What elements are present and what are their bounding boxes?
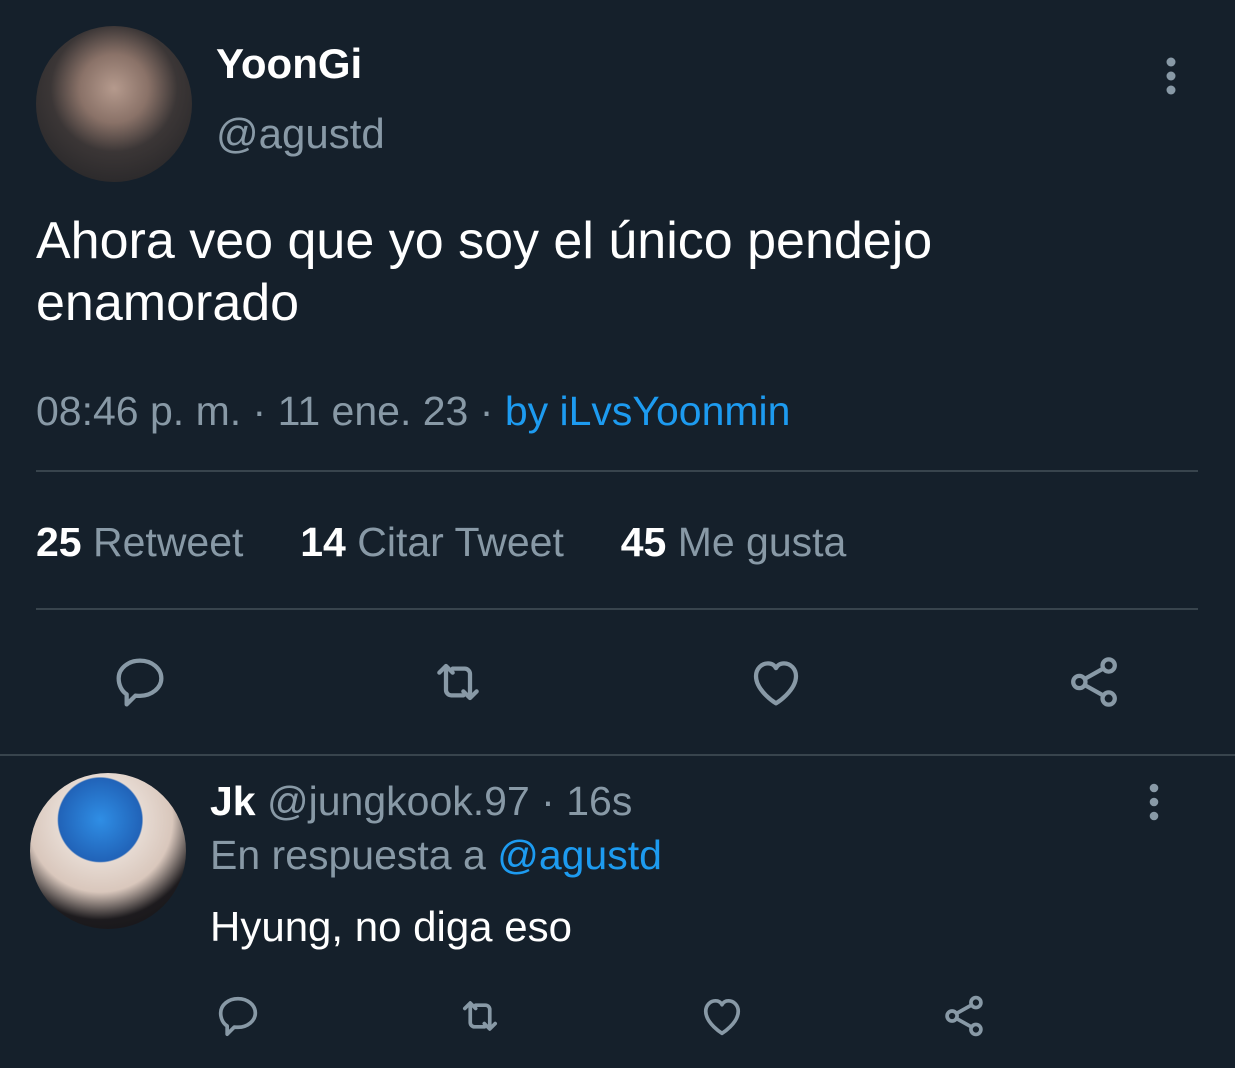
handle[interactable]: @agustd [216, 110, 385, 158]
stat-count: 45 [620, 519, 667, 565]
stat-label: Retweet [93, 519, 244, 565]
stat-label: Citar Tweet [357, 519, 564, 565]
in-reply-to: En respuesta a @agustd [210, 830, 662, 880]
divider [36, 608, 1198, 610]
retweet-icon[interactable] [426, 650, 490, 714]
tweet-meta: 08:46 p. m. · 11 ene. 23 · by iLvsYoonmi… [36, 386, 790, 436]
reply-age: 16s [566, 778, 633, 824]
share-icon[interactable] [1062, 650, 1126, 714]
retweet-icon[interactable] [454, 990, 506, 1042]
reply-header: Jk @jungkook.97 · 16s [210, 776, 632, 826]
display-name[interactable]: YoonGi [216, 40, 362, 88]
like-icon[interactable] [744, 650, 808, 714]
tweet-text: Ahora veo que yo soy el único pendejo en… [36, 212, 933, 332]
stat-retweets[interactable]: 25 Retweet [36, 519, 255, 565]
tweet-time: 08:46 p. m. [36, 388, 242, 434]
stat-count: 14 [300, 519, 346, 565]
reply-icon[interactable] [212, 990, 264, 1042]
divider [36, 470, 1198, 472]
stat-quotes[interactable]: 14 Citar Tweet [300, 519, 575, 565]
reply-text: Hyung, no diga eso [210, 903, 572, 950]
in-reply-prefix: En respuesta a [210, 832, 486, 878]
divider [0, 754, 1235, 756]
meta-separator: · [541, 778, 555, 824]
reply-handle[interactable]: @jungkook.97 [267, 778, 530, 824]
more-options-icon[interactable] [1155, 54, 1187, 98]
stat-label: Me gusta [677, 519, 847, 565]
stat-likes[interactable]: 45 Me gusta [621, 519, 847, 565]
avatar-jk[interactable] [30, 773, 186, 929]
in-reply-handle-link[interactable]: @agustd [497, 832, 662, 878]
like-icon[interactable] [696, 990, 748, 1042]
tweet-source-link[interactable]: by iLvsYoonmin [505, 388, 791, 434]
tweet-date: 11 ene. 23 [277, 388, 469, 434]
tweet-stats: 25 Retweet 14 Citar Tweet 45 Me gusta [36, 516, 846, 568]
reply-display-name[interactable]: Jk [210, 778, 256, 824]
reply-icon[interactable] [108, 650, 172, 714]
meta-separator: · [252, 388, 267, 434]
avatar-yoongi[interactable] [36, 26, 192, 182]
stat-count: 25 [36, 519, 82, 565]
share-icon[interactable] [938, 990, 990, 1042]
more-options-icon[interactable] [1138, 780, 1170, 824]
meta-separator: · [479, 388, 494, 434]
